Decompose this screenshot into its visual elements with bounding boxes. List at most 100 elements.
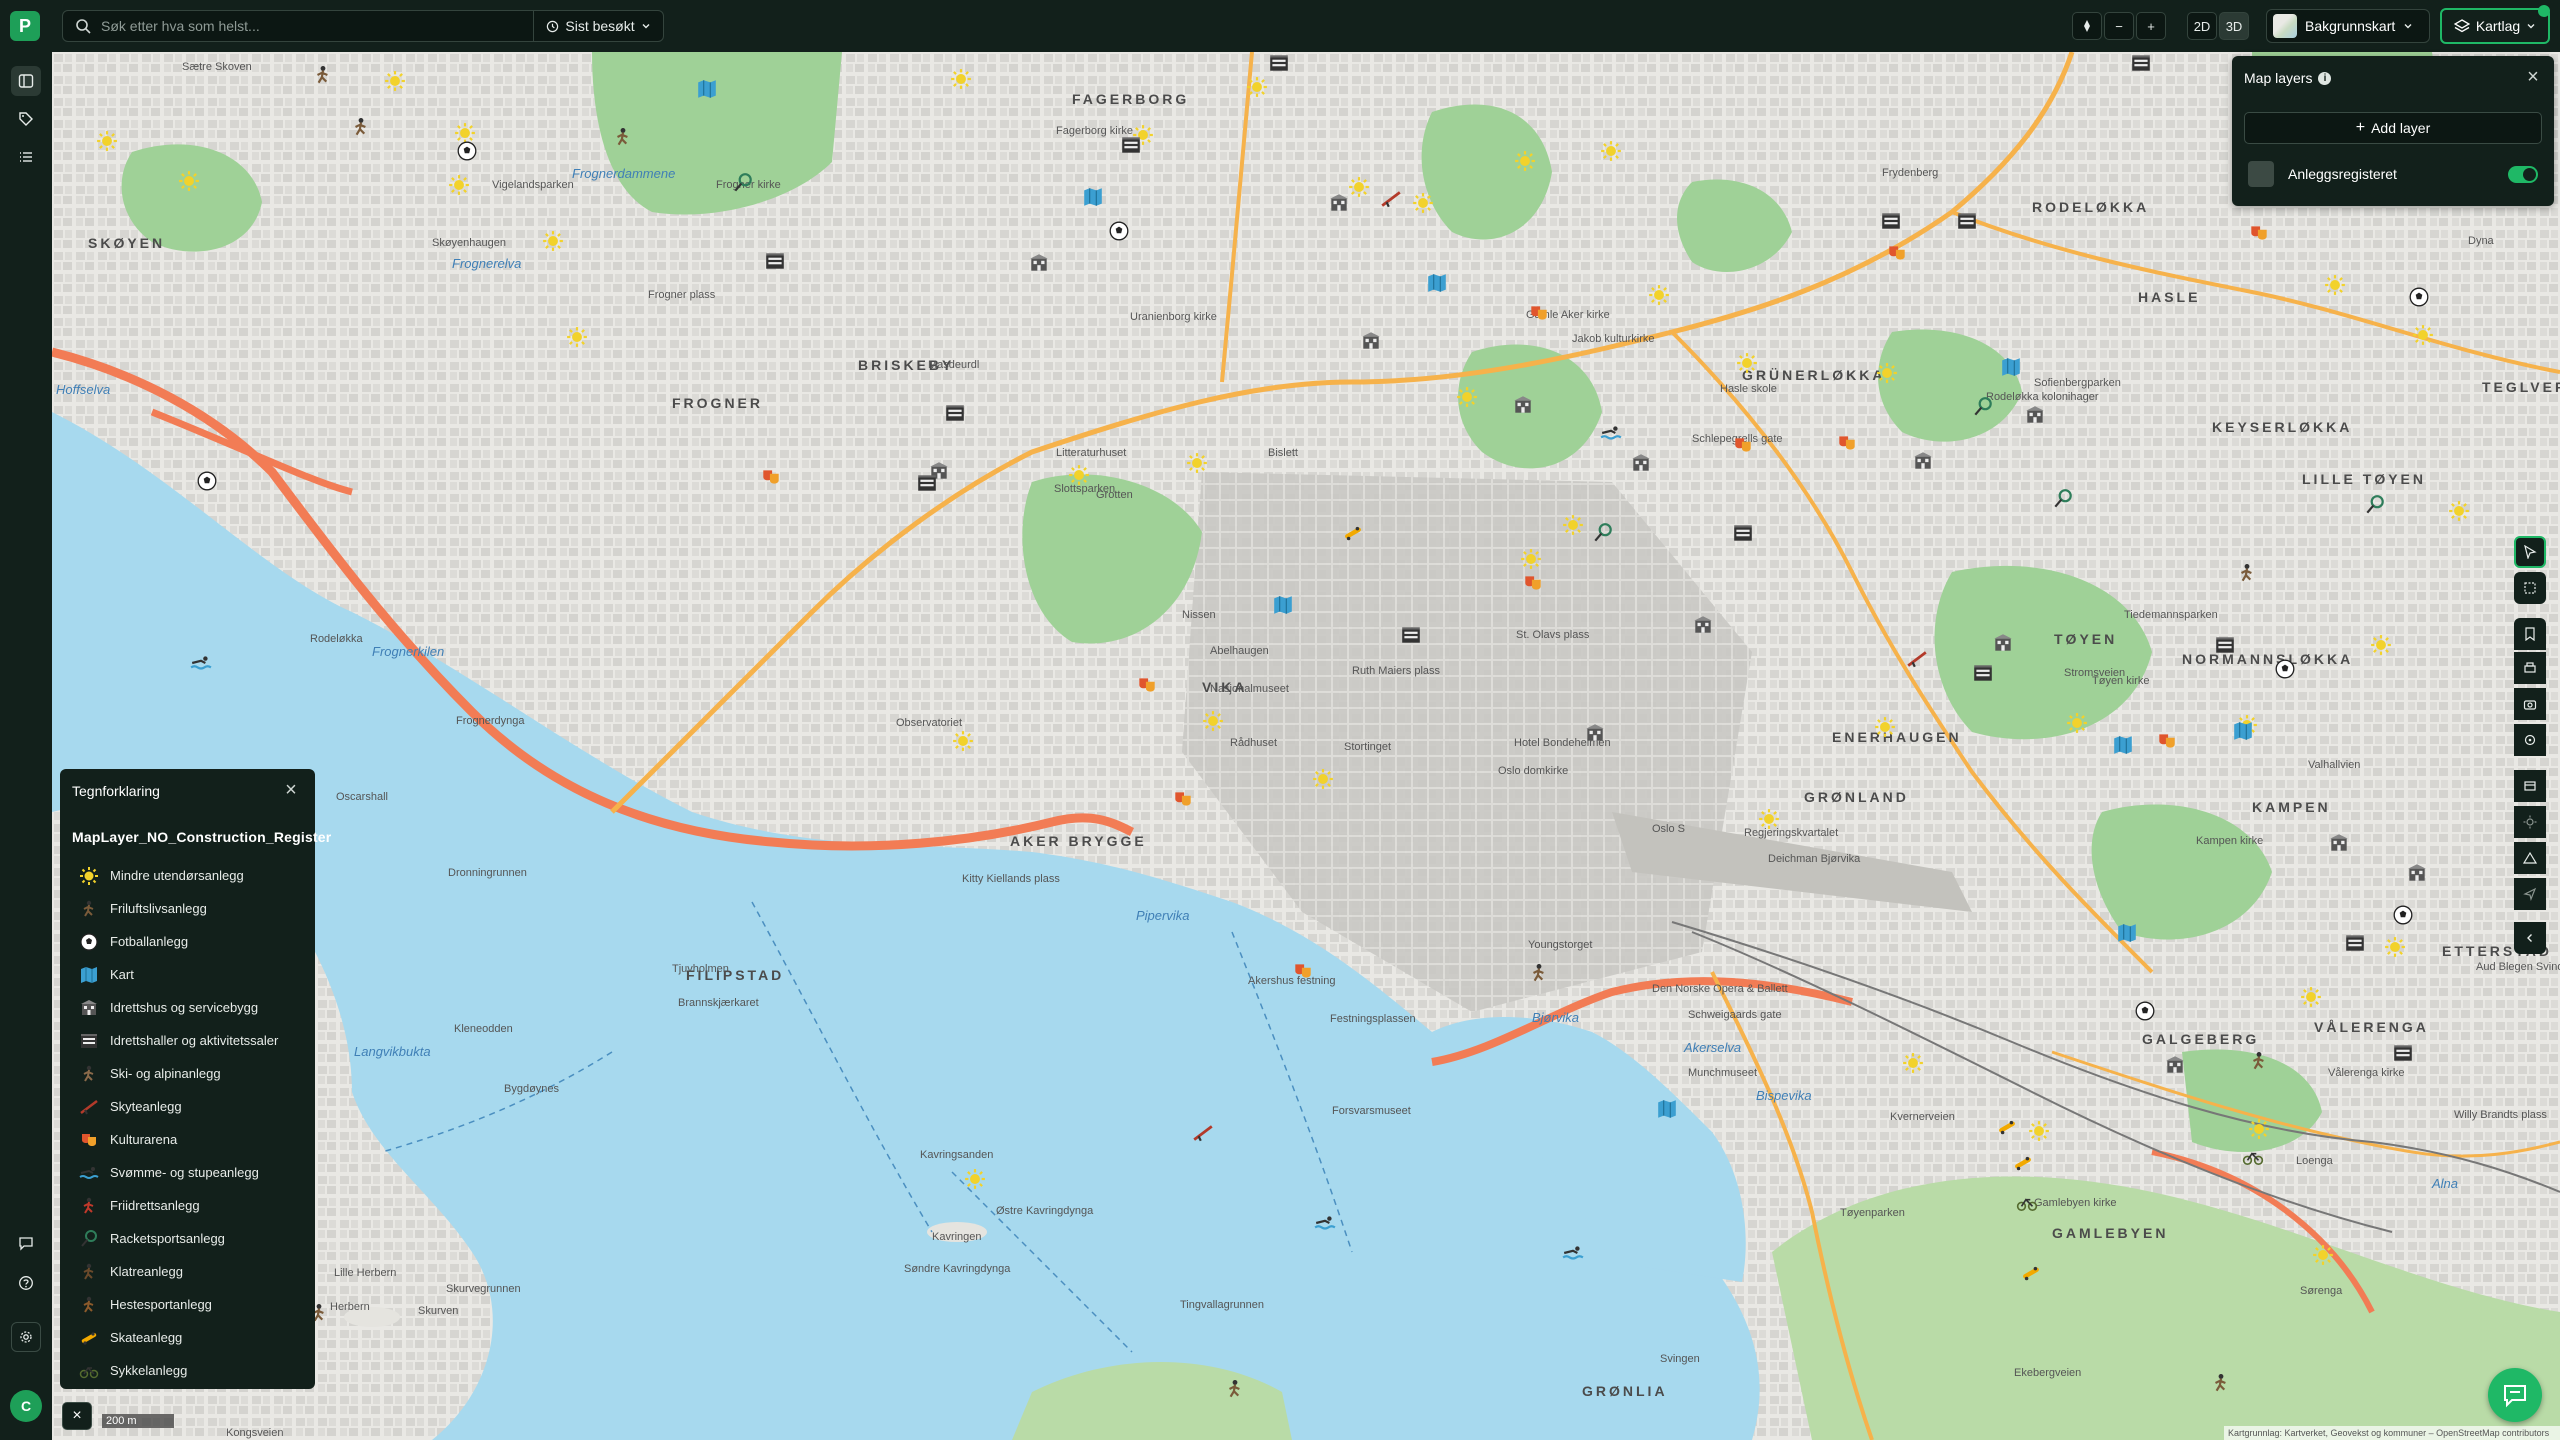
close-icon[interactable]: × — [280, 779, 302, 801]
app-logo[interactable]: P — [10, 11, 40, 41]
hall-marker-icon[interactable] — [1734, 525, 1752, 541]
map-marker-icon[interactable] — [2234, 722, 2252, 740]
sun-marker-icon[interactable] — [951, 69, 971, 89]
mode-2d-button[interactable]: 2D — [2187, 12, 2217, 40]
zoom-out-button[interactable]: − — [2104, 12, 2134, 40]
location-tool-button[interactable] — [2514, 724, 2546, 756]
compass-button[interactable] — [2072, 12, 2102, 40]
bookmark-tool-button[interactable] — [2514, 618, 2546, 650]
sun-marker-icon[interactable] — [2371, 635, 2391, 655]
sun-marker-icon[interactable] — [2301, 987, 2321, 1007]
sun-marker-icon[interactable] — [1877, 363, 1897, 383]
hall-marker-icon[interactable] — [2216, 637, 2234, 653]
sun-marker-icon[interactable] — [953, 731, 973, 751]
football-marker-icon[interactable] — [2409, 287, 2429, 307]
map-marker-icon[interactable] — [1428, 274, 1446, 292]
user-avatar[interactable]: C — [10, 1390, 42, 1422]
layers-tool-button[interactable] — [2514, 770, 2546, 802]
map-marker-icon[interactable] — [1084, 188, 1102, 206]
layer-visibility-toggle[interactable] — [2508, 166, 2538, 183]
navigate-tool-button[interactable] — [2514, 878, 2546, 910]
sun-marker-icon[interactable] — [2249, 1119, 2269, 1139]
sun-marker-icon[interactable] — [543, 231, 563, 251]
football-marker-icon[interactable] — [1109, 221, 1129, 241]
rail-tags-button[interactable] — [11, 104, 41, 134]
map-marker-icon[interactable] — [698, 80, 716, 98]
sun-marker-icon[interactable] — [1069, 465, 1089, 485]
sun-marker-icon[interactable] — [1515, 151, 1535, 171]
close-legend-button[interactable]: × — [62, 1402, 92, 1430]
screenshot-tool-button[interactable] — [2514, 688, 2546, 720]
rail-settings-button[interactable] — [11, 1322, 41, 1352]
sun-marker-icon[interactable] — [455, 123, 475, 143]
sun-marker-icon[interactable] — [1313, 769, 1333, 789]
hall-marker-icon[interactable] — [2346, 935, 2364, 951]
sun-marker-icon[interactable] — [567, 327, 587, 347]
sun-marker-icon[interactable] — [1875, 717, 1895, 737]
support-chat-button[interactable] — [2488, 1368, 2542, 1422]
background-map-dropdown[interactable]: Bakgrunnskart — [2266, 9, 2430, 43]
hall-marker-icon[interactable] — [918, 475, 936, 491]
rail-map-button[interactable] — [11, 66, 41, 96]
football-marker-icon[interactable] — [2135, 1001, 2155, 1021]
sun-marker-icon[interactable] — [2029, 1121, 2049, 1141]
hall-marker-icon[interactable] — [1958, 213, 1976, 229]
sun-marker-icon[interactable] — [1601, 141, 1621, 161]
hall-marker-icon[interactable] — [1122, 137, 1140, 153]
hall-marker-icon[interactable] — [2394, 1045, 2412, 1061]
hall-marker-icon[interactable] — [766, 253, 784, 269]
collapse-tools-button[interactable] — [2514, 922, 2546, 954]
map-marker-icon[interactable] — [1274, 596, 1292, 614]
sun-marker-icon[interactable] — [385, 71, 405, 91]
sun-marker-icon[interactable] — [97, 131, 117, 151]
hall-marker-icon[interactable] — [946, 405, 964, 421]
box-select-tool-button[interactable] — [2514, 572, 2546, 604]
sun-marker-icon[interactable] — [2067, 713, 2087, 733]
sun-marker-icon[interactable] — [1349, 177, 1369, 197]
map-marker-icon[interactable] — [2118, 924, 2136, 942]
hall-marker-icon[interactable] — [1882, 213, 1900, 229]
sun-marker-icon[interactable] — [1759, 809, 1779, 829]
sun-marker-icon[interactable] — [2449, 501, 2469, 521]
rail-help-button[interactable] — [11, 1268, 41, 1298]
hall-marker-icon[interactable] — [1974, 665, 1992, 681]
sun-marker-icon[interactable] — [2385, 937, 2405, 957]
recent-dropdown[interactable]: Sist besøkt — [533, 10, 664, 42]
search-input[interactable] — [101, 18, 501, 34]
close-icon[interactable]: × — [2522, 66, 2544, 88]
map-marker-icon[interactable] — [2114, 736, 2132, 754]
add-layer-button[interactable]: + Add layer — [2244, 112, 2542, 144]
football-marker-icon[interactable] — [197, 471, 217, 491]
rail-list-button[interactable] — [11, 142, 41, 172]
sun-marker-icon[interactable] — [1563, 515, 1583, 535]
hall-marker-icon[interactable] — [1270, 55, 1288, 71]
sun-marker-icon[interactable] — [1649, 285, 1669, 305]
hall-marker-icon[interactable] — [2132, 55, 2150, 71]
info-icon[interactable]: i — [2318, 71, 2332, 85]
map-marker-icon[interactable] — [1658, 1100, 1676, 1118]
football-marker-icon[interactable] — [457, 141, 477, 161]
sun-marker-icon[interactable] — [179, 171, 199, 191]
sun-marker-icon[interactable] — [1521, 549, 1541, 569]
sun-marker-icon[interactable] — [1903, 1053, 1923, 1073]
sun-tool-button[interactable] — [2514, 806, 2546, 838]
sun-marker-icon[interactable] — [1737, 353, 1757, 373]
layers-dropdown[interactable]: Kartlag — [2440, 8, 2550, 44]
mode-3d-button[interactable]: 3D — [2219, 12, 2249, 40]
sun-marker-icon[interactable] — [2325, 275, 2345, 295]
rail-feedback-button[interactable] — [11, 1228, 41, 1258]
sun-marker-icon[interactable] — [1203, 711, 1223, 731]
sun-marker-icon[interactable] — [2413, 325, 2433, 345]
search-box[interactable] — [62, 10, 534, 42]
measure-tool-button[interactable] — [2514, 842, 2546, 874]
sun-marker-icon[interactable] — [1187, 453, 1207, 473]
layer-row[interactable]: Anleggsregisteret — [2244, 156, 2542, 192]
select-tool-button[interactable] — [2514, 536, 2546, 568]
map-canvas[interactable]: FAGERBORG RODELØKKA SKØYEN BRISKEBY FROGNER G… — [52, 52, 2560, 1440]
sun-marker-icon[interactable] — [1247, 77, 1267, 97]
football-marker-icon[interactable] — [2393, 905, 2413, 925]
sun-marker-icon[interactable] — [1457, 387, 1477, 407]
sun-marker-icon[interactable] — [1413, 193, 1433, 213]
sun-marker-icon[interactable] — [449, 175, 469, 195]
map-marker-icon[interactable] — [2002, 358, 2020, 376]
